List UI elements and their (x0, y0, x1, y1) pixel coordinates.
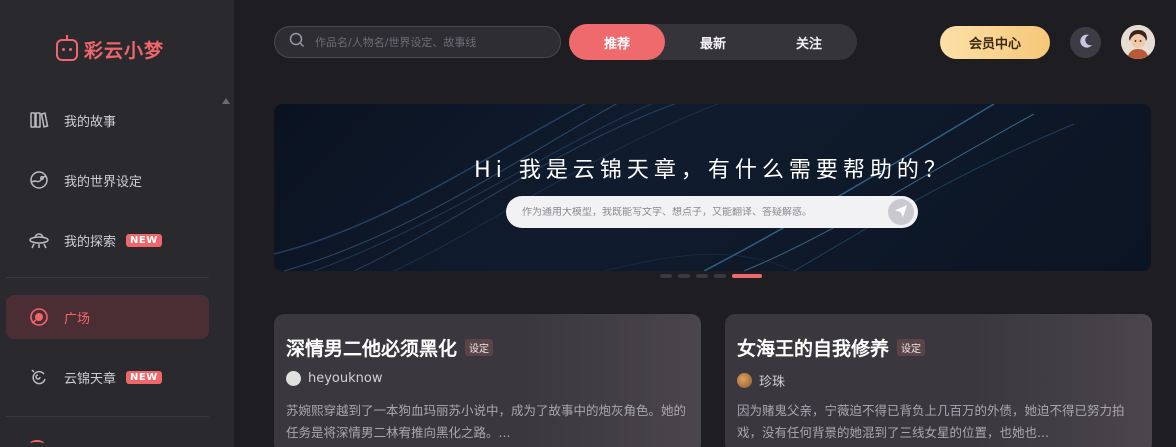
robot-logo-icon (56, 34, 78, 61)
spiral-icon (28, 366, 50, 388)
user-avatar[interactable] (1121, 25, 1155, 59)
ai-prompt-input[interactable] (522, 206, 872, 218)
banner-title: Hi 我是云锦天章，有什么需要帮助的？ (474, 158, 951, 183)
sidebar-item-plaza[interactable]: 广场 (6, 295, 209, 339)
vip-center-button[interactable]: 会员中心 (940, 26, 1050, 59)
sidebar-item-label: 我的探索 (64, 234, 117, 250)
app-root: 彩云小梦 我的故事 我的世界设定 我的探索 NEW 广场 云锦天章 NEW 作品… (0, 0, 1176, 447)
brand-logo[interactable]: 彩云小梦 (56, 34, 165, 63)
send-button[interactable] (888, 199, 914, 225)
story-card[interactable]: 女海王的自我修养 设定 珍珠 因为赌鬼父亲，宁薇迫不得已背负上几百万的外债，她迫… (725, 314, 1152, 447)
author-name: heyouknow (308, 371, 383, 386)
card-author[interactable]: 珍珠 (737, 371, 785, 390)
carousel-dot[interactable] (678, 274, 690, 278)
search-box[interactable] (274, 26, 561, 58)
ai-assistant-banner: Hi 我是云锦天章，有什么需要帮助的？ (274, 104, 1151, 271)
scroll-up-icon[interactable] (222, 98, 230, 104)
sidebar-item-explore[interactable]: 我的探索 NEW (6, 218, 209, 262)
carousel-dot[interactable] (660, 274, 672, 278)
carousel-indicator (660, 274, 762, 278)
sidebar-item-my-stories[interactable]: 我的故事 (6, 98, 209, 142)
new-badge: NEW (126, 233, 162, 247)
search-input[interactable] (315, 35, 535, 49)
plaza-icon (28, 306, 50, 328)
new-badge: NEW (126, 370, 162, 384)
feed-tabs: 推荐 最新 关注 (569, 24, 857, 60)
sidebar-item-world-settings[interactable]: 我的世界设定 (6, 158, 209, 202)
brand-name: 彩云小梦 (84, 40, 165, 62)
ufo-icon (28, 229, 50, 251)
search-icon (289, 32, 305, 52)
sidebar-divider (6, 277, 209, 278)
sidebar-divider (6, 416, 209, 417)
story-card[interactable]: 深情男二他必须黑化 设定 heyouknow 苏婉熙穿越到了一本狗血玛丽苏小说中… (274, 314, 701, 447)
tab-recommended[interactable]: 推荐 (569, 24, 665, 60)
sidebar-item-yunjin[interactable]: 云锦天章 NEW (6, 355, 209, 399)
carousel-dot[interactable] (696, 274, 708, 278)
author-avatar (286, 371, 301, 386)
moon-icon (1078, 33, 1094, 53)
carousel-dot[interactable] (714, 274, 726, 278)
send-icon (894, 203, 908, 222)
sidebar-item-label: 云锦天章 (64, 371, 117, 387)
card-title: 女海王的自我修养 设定 (737, 334, 926, 361)
theme-toggle-button[interactable] (1070, 27, 1101, 58)
card-description: 因为赌鬼父亲，宁薇迫不得已背负上几百万的外债，她迫不得已努力拍戏，没有任何背景的… (737, 403, 1125, 440)
tab-latest[interactable]: 最新 (665, 24, 761, 60)
card-title-text: 女海王的自我修养 (737, 338, 890, 360)
card-tag: 设定 (897, 339, 926, 356)
light-streaks-decoration (274, 104, 1075, 271)
card-author[interactable]: heyouknow (286, 371, 382, 386)
author-avatar (737, 373, 752, 388)
sidebar-item-label: 广场 (64, 311, 91, 327)
sidebar: 彩云小梦 我的故事 我的世界设定 我的探索 NEW 广场 云锦天章 NEW (0, 0, 234, 447)
books-icon (28, 109, 50, 131)
ai-prompt-box[interactable] (506, 196, 918, 228)
author-name: 珍珠 (759, 375, 786, 390)
sidebar-item-label: 我的世界设定 (64, 174, 143, 190)
card-title: 深情男二他必须黑化 设定 (286, 334, 494, 361)
sidebar-next-icon (30, 440, 44, 447)
card-description: 苏婉熙穿越到了一本狗血玛丽苏小说中，成为了故事中的炮灰角色。她的任务是将深情男二… (286, 403, 687, 440)
globe-icon (28, 169, 50, 191)
sidebar-item-label: 我的故事 (64, 114, 117, 130)
tab-following[interactable]: 关注 (761, 24, 857, 60)
card-tag: 设定 (465, 339, 494, 356)
carousel-dot-active[interactable] (732, 274, 762, 278)
card-title-text: 深情男二他必须黑化 (286, 338, 458, 360)
